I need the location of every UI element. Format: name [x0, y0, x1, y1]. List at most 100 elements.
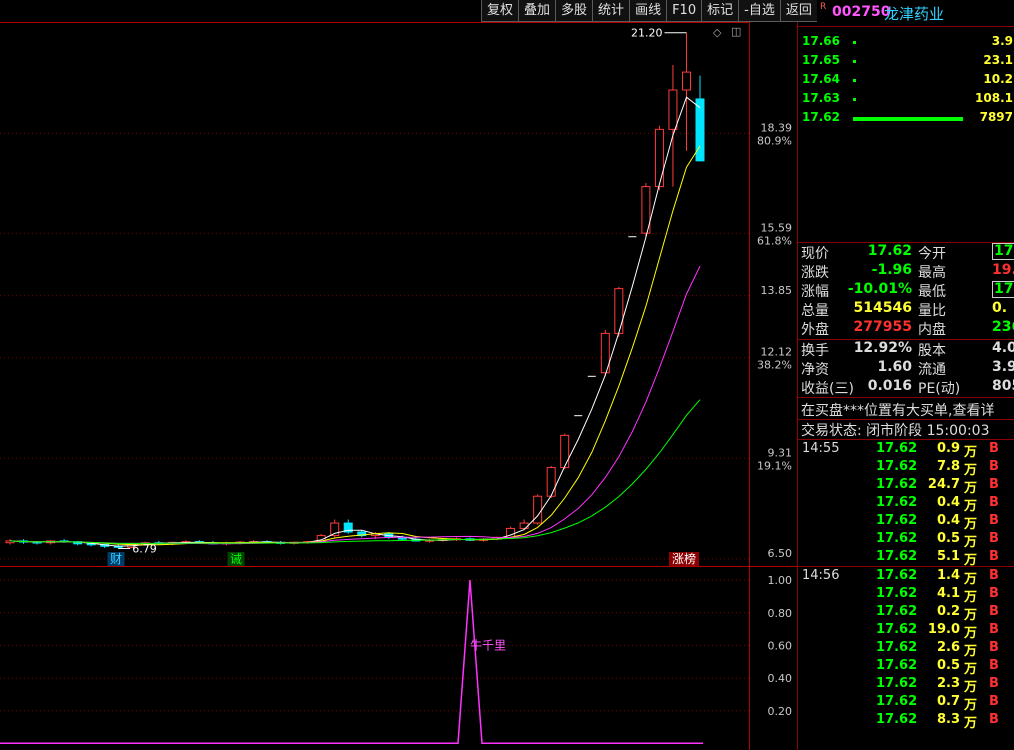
tick-unit: 万: [963, 499, 977, 514]
tick-volume: 0.9: [936, 441, 960, 456]
quote-label: 总量: [801, 303, 829, 319]
quote-value: -1.96: [871, 262, 912, 278]
panel-toggle-icon[interactable]: ◫: [731, 25, 741, 38]
quote-label: 收益(三): [801, 381, 854, 397]
tick-volume: 0.7: [936, 694, 960, 709]
ask-price: 17.62: [802, 110, 840, 124]
ask-row[interactable]: 17.65 23.1: [798, 53, 1014, 72]
ask-price: 17.65: [802, 53, 840, 67]
tick-row: 17.62 4.1 万 B: [798, 586, 1014, 605]
tick-row: 17.62 24.7 万 B: [798, 477, 1014, 496]
tick-side: B: [989, 586, 999, 601]
ask-volume: 7897: [979, 110, 1013, 124]
tick-price: 17.62: [876, 712, 918, 727]
price-tick-label: 6.50: [768, 547, 793, 560]
quote-label: 换手: [801, 343, 829, 359]
tick-row: 17.62 5.1 万 B: [798, 549, 1014, 568]
stock-code[interactable]: 002750: [832, 4, 890, 20]
tick-unit: 万: [963, 445, 977, 460]
statistics-button[interactable]: 统计: [592, 0, 630, 22]
indicator-tick-label: 0.40: [768, 672, 793, 685]
quote-label-2: 最高: [918, 265, 946, 281]
ask-row[interactable]: 17.63 108.1: [798, 91, 1014, 110]
tick-side: B: [989, 477, 999, 492]
chart-background: [0, 0, 797, 750]
overlay-button[interactable]: 叠加: [518, 0, 556, 22]
tick-volume: 19.0: [927, 622, 960, 637]
remove-favorite-button[interactable]: -自选: [738, 0, 780, 22]
indicator-tick-label: 0.80: [768, 607, 793, 620]
tick-volume: 1.4: [936, 568, 960, 583]
quote-value-2: 17.: [992, 243, 1014, 260]
tick-side: B: [989, 676, 999, 691]
tick-unit: 万: [963, 698, 977, 713]
quote-value-2: 805: [992, 378, 1014, 394]
event-marker: 诫: [230, 551, 242, 566]
percent-tick-label: 19.1%: [757, 459, 792, 472]
back-button[interactable]: 返回: [779, 0, 817, 22]
tick-side: B: [989, 549, 999, 564]
ask-row[interactable]: 17.62 7897: [798, 110, 1014, 129]
volume-dot: [853, 79, 856, 82]
percent-tick-label: 38.2%: [757, 359, 792, 372]
price-tick-label: 18.39: [761, 121, 793, 134]
alert-message[interactable]: 在买盘***位置有大买单,查看详: [801, 400, 994, 420]
tick-unit: 万: [963, 680, 977, 695]
quote-row: 现价 17.62 今开 17.: [798, 243, 1014, 262]
candle-up: [681, 71, 691, 91]
tick-price: 17.62: [876, 477, 918, 492]
tick-unit: 万: [963, 481, 977, 496]
diamond-icon[interactable]: ◇: [713, 26, 721, 39]
tick-unit: 万: [963, 517, 977, 532]
draw-line-button[interactable]: 画线: [629, 0, 667, 22]
quote-value: 277955: [853, 319, 912, 335]
tick-unit: 万: [963, 572, 977, 587]
tick-side: B: [989, 495, 999, 510]
quote-row: 涨幅 -10.01% 最低 17.: [798, 281, 1014, 300]
quote-value-2: 4.00: [992, 340, 1014, 356]
quote-value: 514546: [853, 300, 912, 316]
quote-row: 收益(三) 0.016 PE(动) 805: [798, 378, 1014, 397]
quote-value-2: 19.: [992, 262, 1014, 278]
mark-button[interactable]: 标记: [701, 0, 739, 22]
tick-side: B: [989, 658, 999, 673]
f10-button[interactable]: F10: [666, 0, 702, 22]
tick-row: 17.62 0.7 万 B: [798, 694, 1014, 713]
kline-chart[interactable]: 18.3980.9%15.5961.8%13.8512.1238.2%9.311…: [0, 0, 797, 750]
ask-row[interactable]: 17.64 10.2: [798, 72, 1014, 91]
tick-time: 14:56: [802, 568, 840, 583]
quote-label: 涨跌: [801, 265, 829, 281]
quote-label-2: 量比: [918, 303, 946, 319]
indicator-tick-label: 1.00: [768, 574, 793, 587]
candle-up: [668, 89, 678, 130]
quote-label-2: 股本: [918, 343, 946, 359]
stock-header: R 002750 龙津药业: [798, 0, 1014, 27]
stock-name[interactable]: 龙津药业: [884, 3, 944, 24]
quote-label: 外盘: [801, 322, 829, 338]
candle-down: [695, 98, 705, 162]
restore-rights-button[interactable]: 复权: [481, 0, 519, 22]
tick-volume: 7.8: [936, 459, 960, 474]
quote-label-2: 内盘: [918, 322, 946, 338]
ask-row[interactable]: 17.66 3.9: [798, 34, 1014, 53]
ask-volume: 108.1: [975, 91, 1013, 105]
multi-stock-button[interactable]: 多股: [555, 0, 593, 22]
tick-price: 17.62: [876, 694, 918, 709]
quote-value-2: 3.98: [992, 359, 1014, 375]
price-tick-label: 9.31: [768, 446, 793, 459]
tick-price: 17.62: [876, 586, 918, 601]
chart-toolbar: 复权 叠加 多股 统计 画线 F10 标记 -自选 返回: [481, 0, 817, 22]
tick-row: 14:56 17.62 1.4 万 B: [798, 568, 1014, 587]
tick-unit: 万: [963, 626, 977, 641]
tick-row: 17.62 0.5 万 B: [798, 658, 1014, 677]
quote-label-2: 流通: [918, 362, 946, 378]
tick-row: 17.62 2.3 万 B: [798, 676, 1014, 695]
candle-up: [654, 128, 664, 188]
tick-unit: 万: [963, 590, 977, 605]
tick-side: B: [989, 459, 999, 474]
tick-price: 17.62: [876, 568, 918, 583]
price-tick-label: 13.85: [761, 284, 793, 297]
tick-unit: 万: [963, 608, 977, 623]
quote-label: 涨幅: [801, 284, 829, 300]
candle-up: [560, 434, 570, 469]
